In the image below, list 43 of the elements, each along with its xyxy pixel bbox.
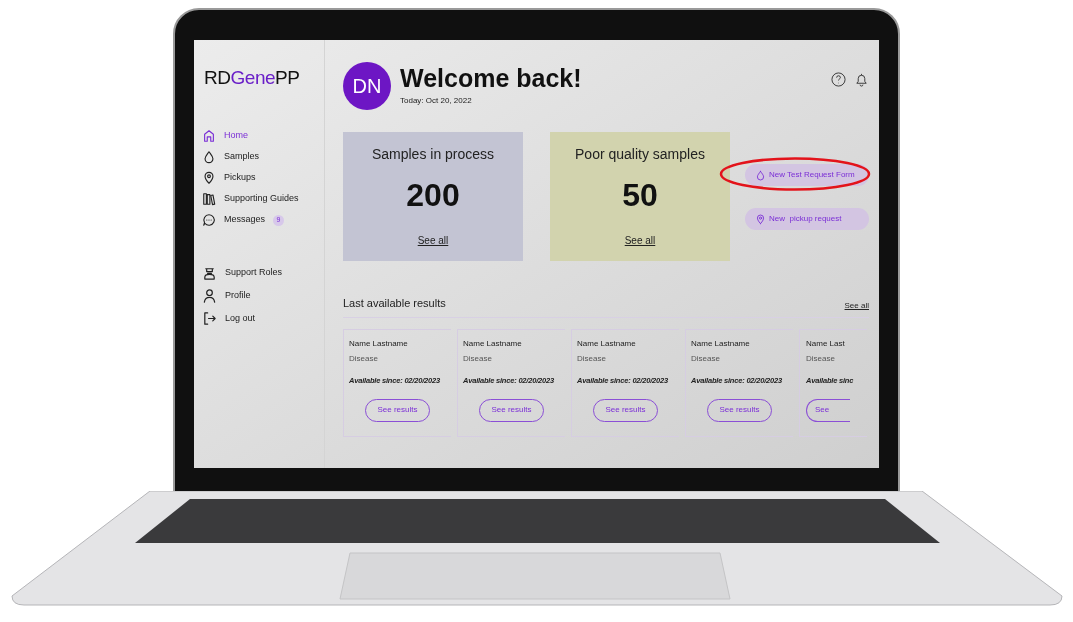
help-icon[interactable] <box>831 72 846 87</box>
nav-item[interactable]: Messages <box>224 213 266 227</box>
disease-label: Disease <box>577 352 607 365</box>
stat-value: 50 <box>622 176 658 215</box>
location-pin-icon <box>202 171 216 185</box>
nav-item[interactable]: Supporting Guides <box>224 192 299 206</box>
books-icon <box>202 192 216 206</box>
nav-item[interactable]: Support Roles <box>225 265 283 280</box>
disease-label: Disease <box>349 352 379 365</box>
nav-item[interactable]: Samples <box>224 150 259 164</box>
chat-bubble-icon <box>202 213 216 227</box>
patient-name: Name Lastname <box>349 337 409 350</box>
user-avatar: DN <box>343 62 391 110</box>
stat-value: 200 <box>406 176 460 215</box>
user-icon <box>202 288 217 303</box>
home-icon <box>202 129 216 143</box>
welcome-title: Welcome back! <box>400 66 582 91</box>
disease-label: Disease <box>806 352 836 365</box>
disease-label: Disease <box>691 352 721 365</box>
drop-icon <box>202 150 216 164</box>
see-all-link[interactable]: See all <box>417 233 449 248</box>
nav-item[interactable]: Profile <box>225 288 251 303</box>
action-button[interactable]: New pickup request <box>745 208 869 230</box>
action-button[interactable]: New Test Request Form <box>745 164 869 186</box>
drop-icon <box>755 169 766 181</box>
stat-title: Samples in process <box>371 145 495 164</box>
logout-icon <box>202 311 217 326</box>
notification-bell-icon[interactable] <box>854 72 869 87</box>
nav-item[interactable]: Log out <box>225 311 256 326</box>
stat-title: Poor quality samples <box>575 145 705 164</box>
see-all-link[interactable]: See all <box>844 299 869 312</box>
nav-item[interactable]: Home <box>224 129 248 143</box>
results-heading: Last available results <box>343 296 446 311</box>
disease-label: Disease <box>463 352 493 365</box>
patient-name: Name Last <box>806 337 846 350</box>
patient-name: Name Lastname <box>463 337 523 350</box>
location-pin-icon <box>755 213 766 225</box>
today-date: Today: Oct 20, 2022 <box>400 95 473 107</box>
see-all-link[interactable]: See all <box>624 233 656 248</box>
patient-name: Name Lastname <box>577 337 637 350</box>
app-logo: RDGenePP <box>203 68 301 87</box>
patient-name: Name Lastname <box>691 337 751 350</box>
nav-item[interactable]: Pickups <box>224 171 256 185</box>
